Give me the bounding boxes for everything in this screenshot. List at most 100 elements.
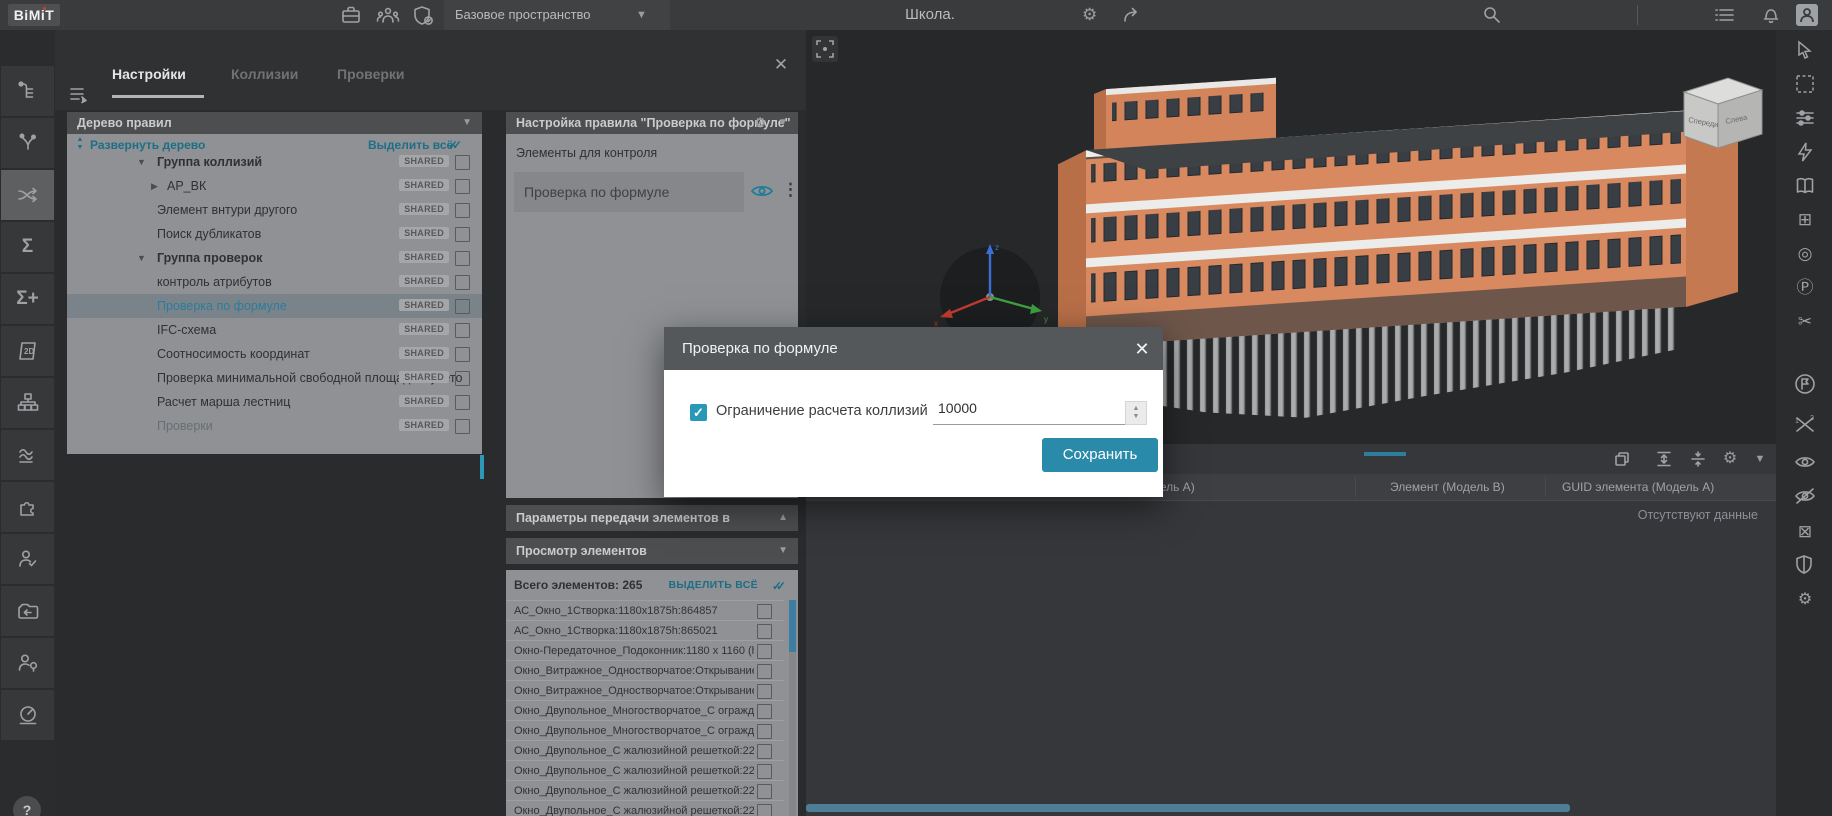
- rule-name-input[interactable]: Проверка по формуле: [514, 172, 744, 212]
- limit-checkbox[interactable]: ✓: [690, 404, 707, 421]
- caret-down-icon[interactable]: ▼: [137, 246, 146, 270]
- folder-import-icon[interactable]: [1, 586, 54, 636]
- tree-row[interactable]: Поиск дубликатов SHARED: [67, 222, 482, 246]
- results-hscrollbar[interactable]: [806, 804, 1570, 812]
- plugins-puzzle-icon[interactable]: [1, 482, 54, 532]
- help-button[interactable]: ?: [13, 796, 41, 816]
- tree-row[interactable]: ▼ Группа коллизий SHARED: [67, 150, 482, 174]
- close-panel-icon[interactable]: ✕: [768, 52, 794, 78]
- copy-icon[interactable]: [1613, 450, 1633, 468]
- charts-icon[interactable]: [1, 430, 54, 480]
- number-spinner[interactable]: ▲▼: [1125, 401, 1147, 425]
- structure-icon[interactable]: [1, 378, 54, 428]
- shield-account-icon[interactable]: [412, 5, 434, 25]
- rules-tree-header[interactable]: Дерево правил ▼: [67, 112, 482, 134]
- user-check-icon[interactable]: [1, 534, 54, 584]
- elements-preview-bar[interactable]: Просмотр элементов ▼: [506, 538, 798, 564]
- tree-row[interactable]: IFC-схема SHARED: [67, 318, 482, 342]
- tab-collisions[interactable]: Коллизии: [231, 64, 298, 90]
- list-item-checkbox[interactable]: [757, 684, 772, 699]
- target-icon[interactable]: ◎: [1793, 242, 1817, 266]
- save-button[interactable]: Сохранить: [1042, 438, 1158, 472]
- model-tree-icon[interactable]: [1, 66, 54, 116]
- tree-row-checkbox[interactable]: [455, 227, 470, 242]
- tree-row-checkbox[interactable]: [455, 371, 470, 386]
- list-item[interactable]: Окно_Двупольное_С жалюзийной решеткой:22…: [506, 780, 784, 801]
- list-item-checkbox[interactable]: [757, 764, 772, 779]
- user-icon[interactable]: [1796, 4, 1818, 26]
- tree-row-checkbox[interactable]: [455, 419, 470, 434]
- list-item[interactable]: Окно_Двупольное_Многостворчатое_С огражд…: [506, 720, 784, 741]
- modal-close-icon[interactable]: ✕: [1129, 336, 1155, 362]
- tree-row[interactable]: ▼ Группа проверок SHARED: [67, 246, 482, 270]
- sum-icon[interactable]: Σ: [1, 222, 54, 272]
- list-item[interactable]: АС_Окно_1Створка:1180x1875h:865021: [506, 620, 784, 641]
- tab-checks[interactable]: Проверки: [337, 64, 405, 90]
- list-icon[interactable]: [1713, 5, 1735, 25]
- shield-icon[interactable]: [1793, 554, 1817, 578]
- search-icon[interactable]: [1481, 5, 1503, 25]
- list-item-checkbox[interactable]: [757, 704, 772, 719]
- caret-down-icon[interactable]: ▼: [778, 538, 788, 564]
- list-item[interactable]: Окно_Двупольное_С жалюзийной решеткой:22…: [506, 740, 784, 761]
- more-options-icon[interactable]: ⋮: [782, 180, 799, 200]
- dashboard-gauge-icon[interactable]: [1, 690, 54, 740]
- eye-icon[interactable]: [1793, 452, 1817, 476]
- list-item-checkbox[interactable]: [757, 744, 772, 759]
- select-area-icon[interactable]: [1793, 72, 1817, 96]
- caret-up-icon[interactable]: ▲: [778, 505, 788, 531]
- row-height-icon[interactable]: [1655, 450, 1675, 468]
- tab-settings[interactable]: Настройки: [112, 64, 186, 90]
- list-item[interactable]: Окно-Передаточное_Подоконник:1180 x 1160…: [506, 640, 784, 661]
- list-item-checkbox[interactable]: [757, 724, 772, 739]
- list-item[interactable]: Окно_Двупольное_С жалюзийной решеткой:22…: [506, 800, 784, 816]
- tree-row[interactable]: Соотносимость координат SHARED: [67, 342, 482, 366]
- chevron-down-icon[interactable]: ▼: [1750, 450, 1770, 468]
- app-logo[interactable]: BiMiT: [8, 4, 60, 26]
- flag-circle-icon[interactable]: [1793, 372, 1817, 396]
- gear-icon[interactable]: ⚙: [1720, 450, 1740, 468]
- tree-row[interactable]: ▶ АР_ВК SHARED: [67, 174, 482, 198]
- pointer-icon[interactable]: [1793, 38, 1817, 62]
- rule-settings-header[interactable]: Настройка правила "Проверка по формуле" …: [506, 112, 798, 134]
- tree-row[interactable]: Элемент внтури другого SHARED: [67, 198, 482, 222]
- list-item[interactable]: Окно_Витражное_Одностворчатое:Открывание…: [506, 680, 784, 701]
- share-icon[interactable]: [1122, 6, 1144, 26]
- collapse-rows-icon[interactable]: [1689, 450, 1709, 468]
- results-tab-indicator[interactable]: [1364, 452, 1406, 456]
- bolt-icon[interactable]: [1793, 140, 1817, 164]
- select-all-elements-link[interactable]: ВЫДЕЛИТЬ ВСЁ: [668, 579, 758, 591]
- fullscreen-icon[interactable]: [812, 36, 838, 62]
- list-item[interactable]: АС_Окно_1Створка:1180x1875h:864857: [506, 600, 784, 621]
- list-item-checkbox[interactable]: [757, 784, 772, 799]
- column-guid-a[interactable]: GUID элемента (Модель A): [1562, 474, 1714, 500]
- view-cube[interactable]: Спереди Слева: [1684, 78, 1762, 148]
- tree-row-checkbox[interactable]: [455, 347, 470, 362]
- list-item-checkbox[interactable]: [757, 804, 772, 816]
- collapse-panel-icon[interactable]: [68, 86, 90, 104]
- sum-add-icon[interactable]: Σ+: [1, 274, 54, 324]
- list-item-checkbox[interactable]: [757, 604, 772, 619]
- book-icon[interactable]: [1793, 174, 1817, 198]
- list-item[interactable]: Окно_Витражное_Одностворчатое:Открывание…: [506, 660, 784, 681]
- tree-row-checkbox[interactable]: [455, 323, 470, 338]
- section-cut-icon[interactable]: ✂: [1793, 310, 1817, 334]
- tree-row-checkbox[interactable]: [455, 395, 470, 410]
- briefcase-icon[interactable]: [340, 5, 362, 25]
- filters-sliders-icon[interactable]: [1793, 106, 1817, 130]
- gear-icon[interactable]: ⚙: [754, 112, 766, 134]
- list-item-checkbox[interactable]: [757, 624, 772, 639]
- column-element-b[interactable]: Элемент (Модель B): [1390, 474, 1505, 500]
- caret-right-icon[interactable]: ▶: [151, 174, 158, 198]
- tree-row-checkbox[interactable]: [455, 275, 470, 290]
- eye-icon[interactable]: [750, 182, 774, 200]
- notifications-icon[interactable]: [1760, 5, 1782, 25]
- grid-icon[interactable]: ⊞: [1793, 208, 1817, 232]
- user-location-icon[interactable]: [1, 638, 54, 688]
- list-item[interactable]: Окно_Двупольное_Многостворчатое_С огражд…: [506, 700, 784, 721]
- list-item-checkbox[interactable]: [757, 664, 772, 679]
- tree-row[interactable]: Проверка минимальной свободной площади с…: [67, 366, 482, 390]
- tree-row-checkbox[interactable]: [455, 203, 470, 218]
- collisions-shuffle-icon[interactable]: [1, 170, 54, 220]
- tree-row-checkbox[interactable]: [455, 299, 470, 314]
